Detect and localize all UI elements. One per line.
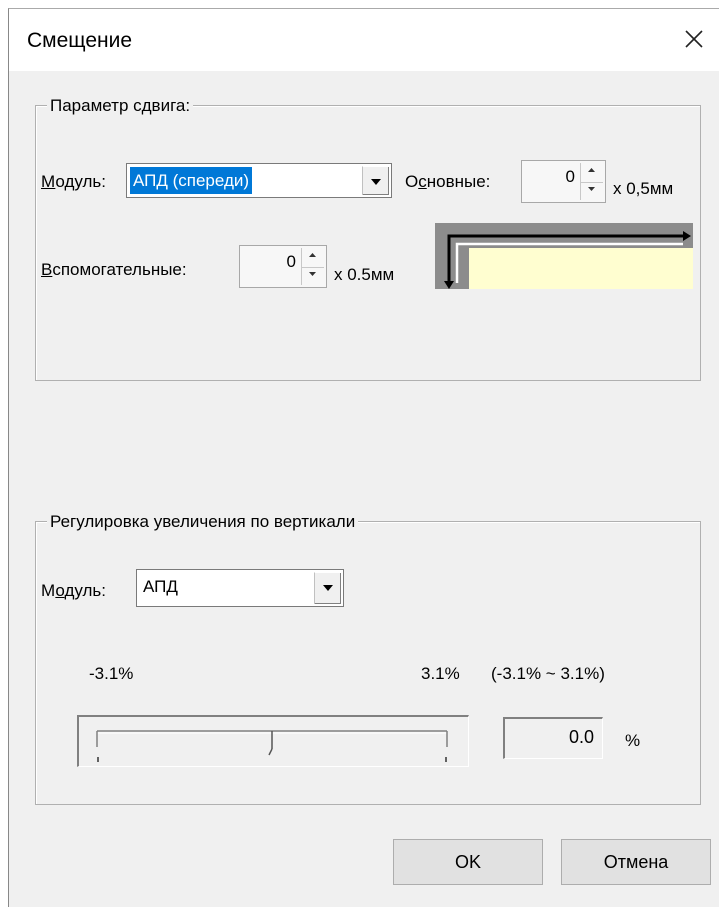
zoom-module-label: Модуль:: [41, 581, 106, 600]
aux-offset-up-button[interactable]: [302, 248, 324, 268]
zoom-module-selected-value: АПД: [143, 577, 178, 596]
ok-button[interactable]: OK: [393, 839, 543, 885]
aux-offset-spinner[interactable]: 0: [239, 245, 327, 288]
zoom-module-dropdown-button[interactable]: [314, 572, 341, 604]
offset-preview-diagram: [435, 223, 693, 289]
zoom-slider[interactable]: [77, 715, 469, 767]
zoom-value: 0.0: [568, 727, 594, 747]
shift-module-select[interactable]: АПД (спереди): [126, 163, 392, 198]
aux-offset-value: 0: [286, 252, 296, 271]
chevron-down-icon: [323, 585, 333, 591]
zoom-range-label: (-3.1% ~ 3.1%): [491, 664, 605, 683]
aux-offset-unit: x 0.5мм: [334, 265, 395, 284]
caret-down-icon: [309, 271, 316, 276]
main-offset-value: 0: [565, 167, 575, 186]
main-offset-label: Основные:: [405, 172, 491, 191]
main-offset-down-button[interactable]: [581, 182, 603, 201]
offset-dialog: Смещение Параметр сдвига: Модуль: АПД (с…: [8, 8, 719, 907]
cancel-button[interactable]: Отмена: [561, 839, 711, 885]
zoom-value-field[interactable]: 0.0: [503, 717, 603, 759]
main-offset-spin-buttons: [580, 163, 603, 200]
chevron-down-icon: [371, 179, 381, 185]
zoom-module-select[interactable]: АПД: [136, 569, 344, 607]
close-button[interactable]: [676, 21, 712, 57]
dialog-title: Смещение: [27, 29, 133, 52]
offset-preview: [435, 223, 693, 289]
main-offset-up-button[interactable]: [581, 163, 603, 183]
shift-module-selected-value: АПД (спереди): [130, 167, 253, 194]
vertical-zoom-group-label: Регулировка увеличения по вертикали: [47, 512, 359, 532]
main-offset-unit: x 0,5мм: [613, 179, 674, 198]
zoom-unit: %: [625, 731, 641, 750]
shift-params-group-label: Параметр сдвига:: [47, 96, 194, 116]
aux-offset-label: Вспомогательные:: [41, 260, 187, 279]
shift-module-label: Модуль:: [41, 172, 106, 191]
aux-offset-spin-buttons: [301, 248, 324, 285]
caret-up-icon: [588, 168, 595, 172]
zoom-slider-thumb[interactable]: [268, 731, 273, 756]
caret-down-icon: [588, 186, 595, 191]
main-offset-spinner[interactable]: 0: [521, 160, 606, 203]
caret-up-icon: [309, 253, 316, 257]
zoom-slider-track: [96, 730, 448, 762]
zoom-min-label: -3.1%: [89, 664, 134, 683]
zoom-max-label: 3.1%: [421, 664, 460, 683]
close-icon: [685, 30, 703, 48]
aux-offset-down-button[interactable]: [302, 267, 324, 286]
shift-module-dropdown-button[interactable]: [362, 166, 389, 195]
title-bar: Смещение: [9, 9, 719, 71]
